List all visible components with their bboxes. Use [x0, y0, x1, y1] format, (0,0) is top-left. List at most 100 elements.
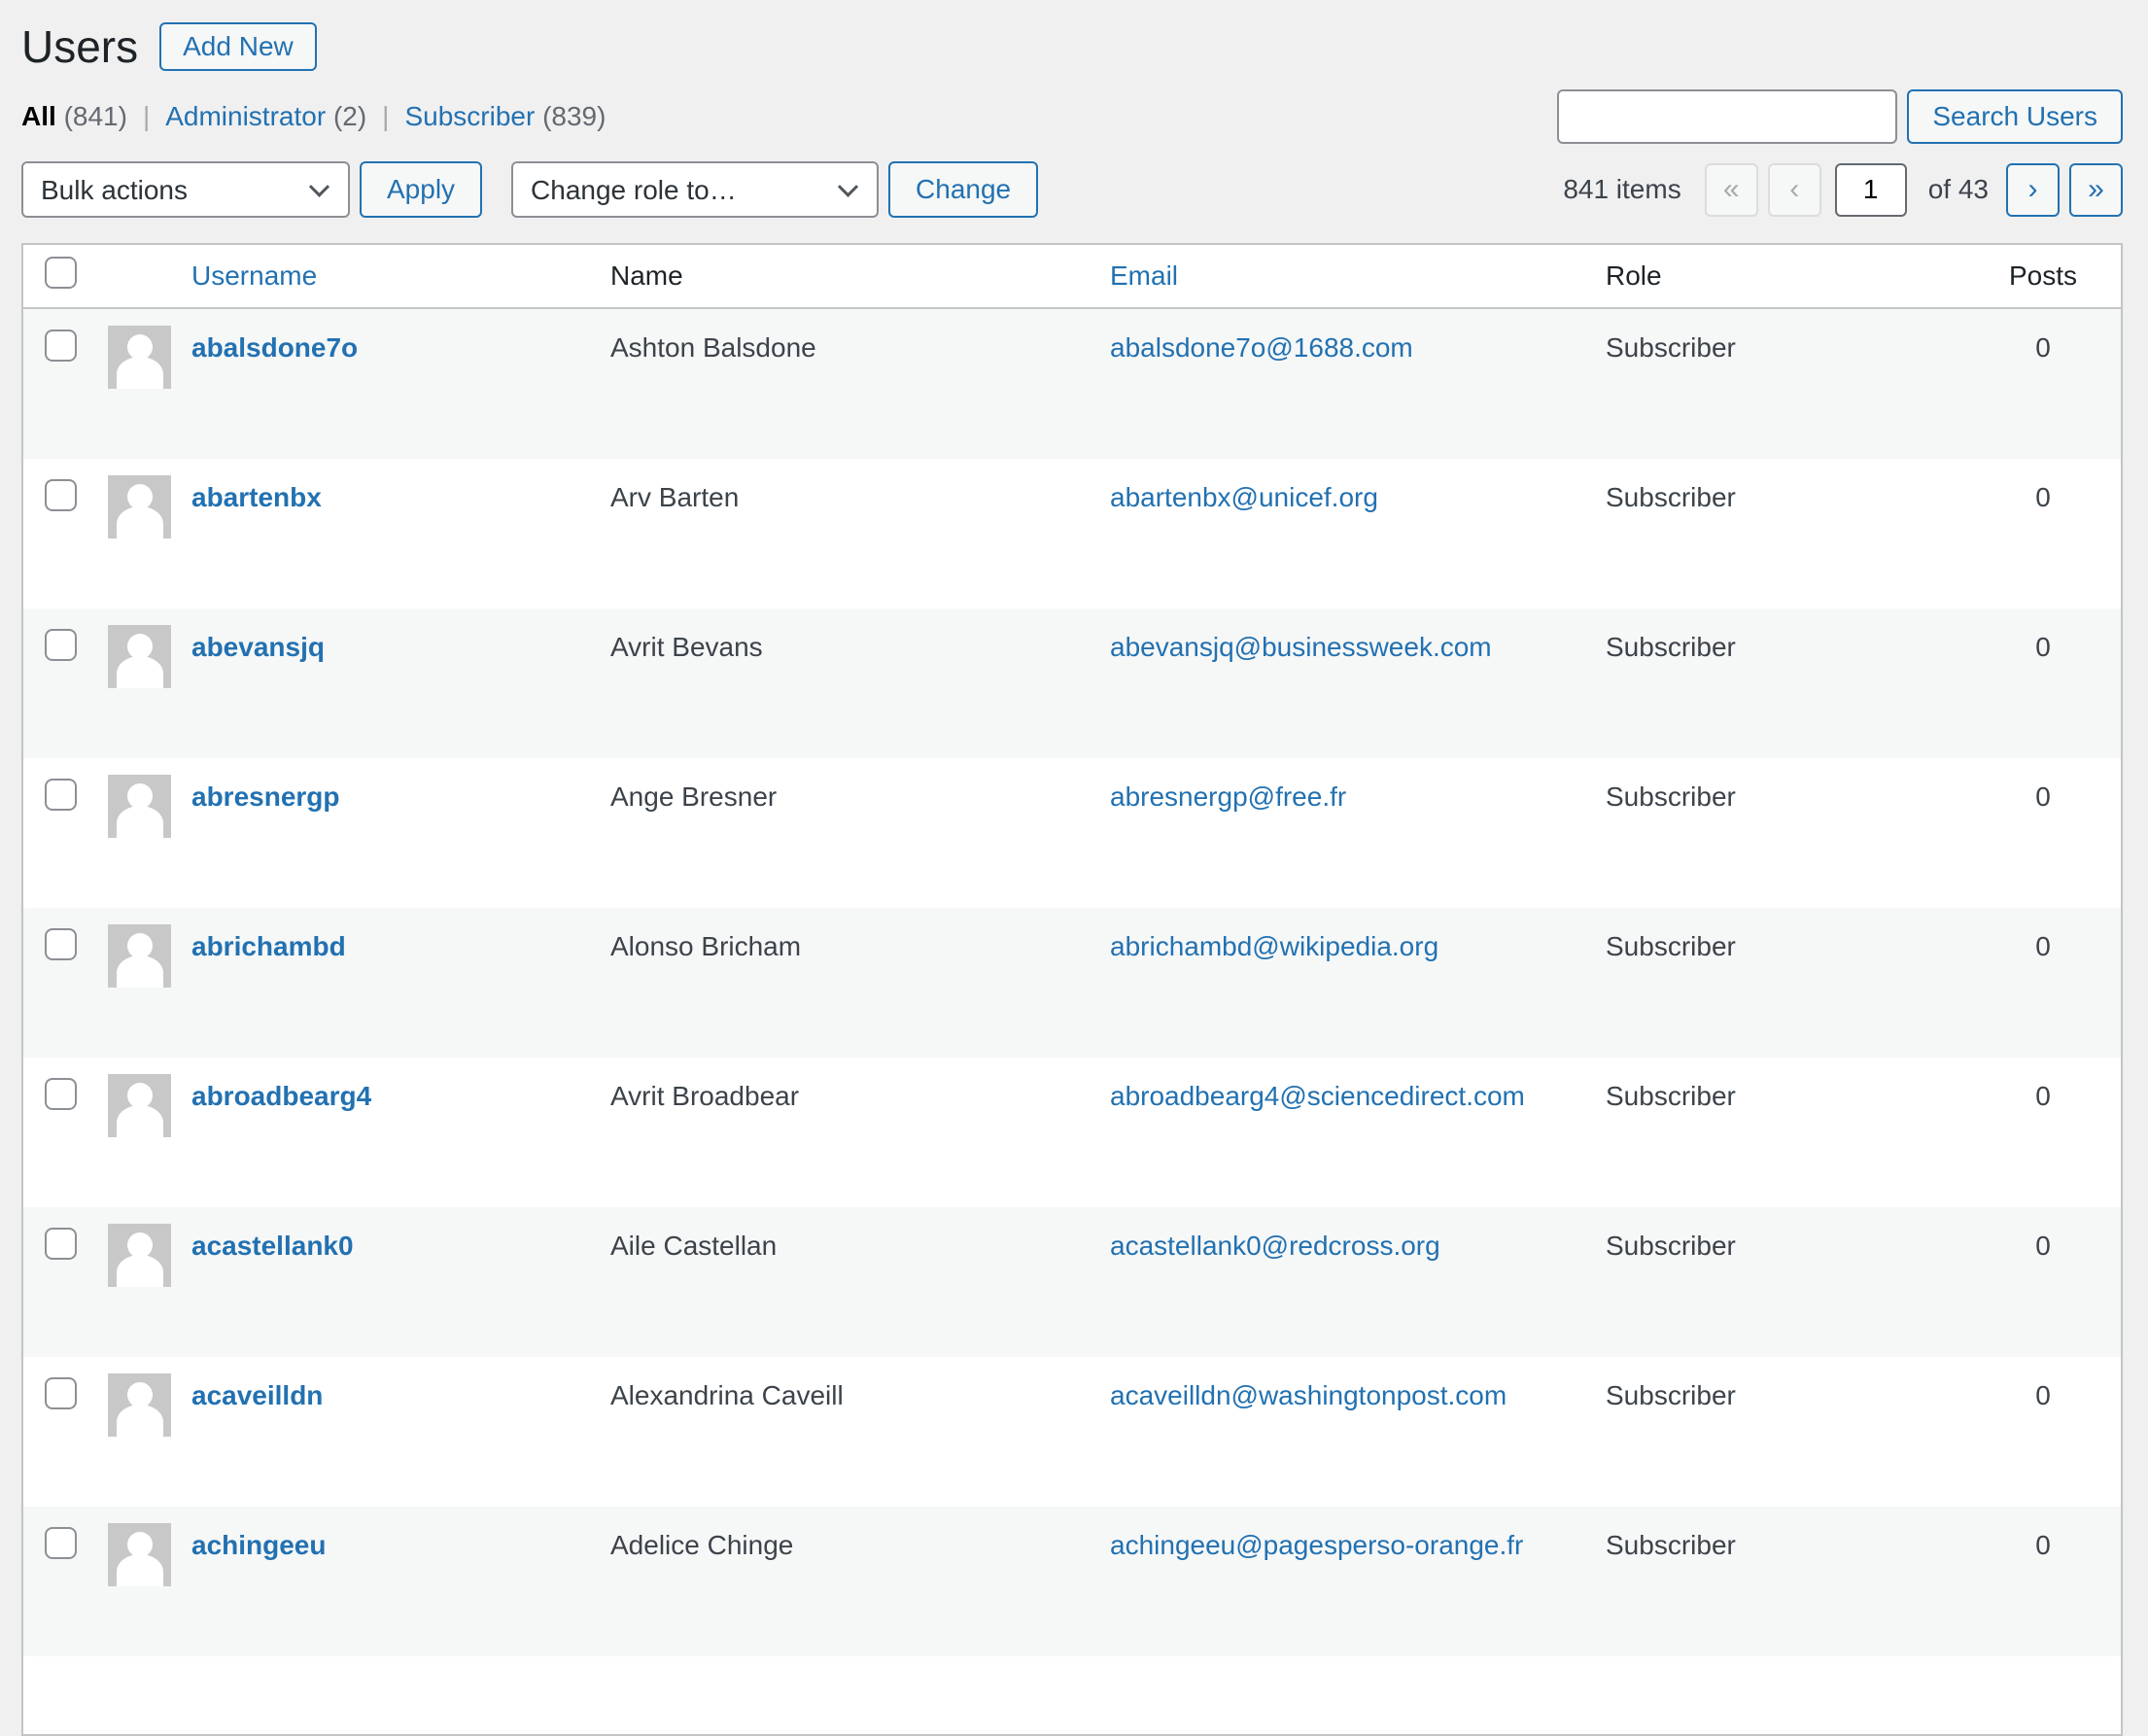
total-pages-label: of 43 [1928, 174, 1989, 205]
username-link[interactable]: acaveilldn [191, 1357, 323, 1411]
table-row: abrichambd Alonso Bricham abrichambd@wik… [23, 908, 2121, 1058]
change-button[interactable]: Change [888, 161, 1038, 218]
table-row: abevansjq Avrit Bevans abevansjq@busines… [23, 608, 2121, 758]
search-input[interactable] [1557, 89, 1897, 144]
change-role-select[interactable]: Change role to… [511, 161, 879, 218]
filter-all-count: (841) [64, 101, 127, 131]
table-header-row: Username Name Email Role Posts [23, 245, 2121, 309]
avatar [108, 1074, 171, 1137]
username-link[interactable]: abalsdone7o [191, 309, 358, 364]
user-name: Ashton Balsdone [610, 309, 1110, 459]
avatar [108, 1373, 171, 1437]
user-name: Alexandrina Caveill [610, 1357, 1110, 1507]
avatar [108, 475, 171, 538]
last-page-button[interactable]: » [2069, 163, 2123, 217]
user-name: Aile Castellan [610, 1207, 1110, 1357]
avatar [108, 775, 171, 838]
filter-administrator[interactable]: Administrator (2) [165, 101, 366, 132]
row-checkbox[interactable] [45, 479, 77, 511]
toolbar-row: Bulk actions Apply Change role to… Chang… [21, 161, 2123, 218]
filter-separator: | [382, 101, 389, 132]
users-page: Users Add New All (841) | Administrator … [0, 0, 2148, 1736]
email-link[interactable]: abresnergp@free.fr [1110, 781, 1346, 812]
avatar [108, 1523, 171, 1586]
email-link[interactable]: abartenbx@unicef.org [1110, 482, 1378, 512]
filter-subscriber-label: Subscriber [404, 101, 535, 131]
user-role: Subscriber [1606, 1058, 1965, 1207]
user-role: Subscriber [1606, 1207, 1965, 1357]
username-link[interactable]: achingeeu [191, 1507, 326, 1561]
column-header-role: Role [1606, 260, 1662, 291]
email-link[interactable]: achingeeu@pagesperso-orange.fr [1110, 1530, 1523, 1560]
bulk-actions-select-wrap: Bulk actions [21, 161, 350, 218]
table-row: abalsdone7o Ashton Balsdone abalsdone7o@… [23, 309, 2121, 459]
email-link[interactable]: acastellank0@redcross.org [1110, 1231, 1440, 1261]
table-body: abalsdone7o Ashton Balsdone abalsdone7o@… [23, 309, 2121, 1734]
posts-count: 0 [1965, 309, 2121, 459]
username-link[interactable]: acastellank0 [191, 1207, 354, 1262]
user-role: Subscriber [1606, 608, 1965, 758]
row-checkbox[interactable] [45, 629, 77, 661]
username-link[interactable]: abartenbx [191, 459, 322, 513]
row-checkbox[interactable] [45, 779, 77, 811]
user-name: Avrit Bevans [610, 608, 1110, 758]
role-filter-links: All (841) | Administrator (2) | Subscrib… [21, 101, 606, 132]
email-link[interactable]: acaveilldn@washingtonpost.com [1110, 1380, 1507, 1410]
change-role-select-wrap: Change role to… [511, 161, 879, 218]
user-name: Ange Bresner [610, 758, 1110, 908]
filter-subscriber-count: (839) [542, 101, 606, 131]
user-name: Adelice Chinge [610, 1507, 1110, 1656]
username-link[interactable]: abevansjq [191, 608, 325, 663]
pagination: 841 items « ‹ of 43 › » [1563, 163, 2123, 217]
user-role: Subscriber [1606, 459, 1965, 608]
row-checkbox[interactable] [45, 330, 77, 362]
filter-separator: | [143, 101, 150, 132]
email-link[interactable]: abrichambd@wikipedia.org [1110, 931, 1438, 961]
filter-subscriber[interactable]: Subscriber (839) [404, 101, 606, 132]
previous-page-button: ‹ [1768, 163, 1821, 217]
next-page-button[interactable]: › [2006, 163, 2060, 217]
bulk-actions-select[interactable]: Bulk actions [21, 161, 350, 218]
page-header: Users Add New [21, 19, 2123, 74]
add-new-button[interactable]: Add New [159, 22, 317, 71]
user-role: Subscriber [1606, 1507, 1965, 1656]
row-checkbox[interactable] [45, 928, 77, 960]
row-checkbox[interactable] [45, 1527, 77, 1559]
column-header-posts: Posts [2009, 260, 2077, 291]
posts-count: 0 [1965, 608, 2121, 758]
first-page-button: « [1705, 163, 1758, 217]
filter-all-label: All [21, 101, 56, 131]
posts-count: 0 [1965, 1507, 2121, 1656]
table-row: abroadbearg4 Avrit Broadbear abroadbearg… [23, 1058, 2121, 1207]
filters-and-search-row: All (841) | Administrator (2) | Subscrib… [21, 89, 2123, 144]
row-checkbox[interactable] [45, 1377, 77, 1409]
current-page-input[interactable] [1835, 163, 1907, 217]
user-role: Subscriber [1606, 309, 1965, 459]
username-link[interactable]: abroadbearg4 [191, 1058, 371, 1112]
user-name: Alonso Bricham [610, 908, 1110, 1058]
select-all-checkbox[interactable] [45, 257, 77, 289]
search-users-button[interactable]: Search Users [1907, 89, 2123, 144]
filter-administrator-label: Administrator [165, 101, 326, 131]
user-search: Search Users [1557, 89, 2123, 144]
column-header-email[interactable]: Email [1110, 260, 1178, 291]
posts-count: 0 [1965, 1058, 2121, 1207]
username-link[interactable]: abresnergp [191, 758, 340, 813]
avatar [108, 924, 171, 988]
items-count: 841 items [1563, 174, 1680, 205]
row-checkbox[interactable] [45, 1228, 77, 1260]
column-header-username[interactable]: Username [191, 260, 317, 291]
table-row: abresnergp Ange Bresner abresnergp@free.… [23, 758, 2121, 908]
apply-button[interactable]: Apply [360, 161, 482, 218]
email-link[interactable]: abroadbearg4@sciencedirect.com [1110, 1081, 1525, 1111]
user-role: Subscriber [1606, 1357, 1965, 1507]
email-link[interactable]: abevansjq@businessweek.com [1110, 632, 1492, 662]
filter-all[interactable]: All (841) [21, 101, 127, 132]
table-row: acastellank0 Aile Castellan acastellank0… [23, 1207, 2121, 1357]
table-row: abartenbx Arv Barten abartenbx@unicef.or… [23, 459, 2121, 608]
username-link[interactable]: abrichambd [191, 908, 346, 962]
bulk-actions-toolbar: Bulk actions Apply Change role to… Chang… [21, 161, 1038, 218]
table-row: achingeeu Adelice Chinge achingeeu@pages… [23, 1507, 2121, 1656]
email-link[interactable]: abalsdone7o@1688.com [1110, 332, 1413, 363]
row-checkbox[interactable] [45, 1078, 77, 1110]
